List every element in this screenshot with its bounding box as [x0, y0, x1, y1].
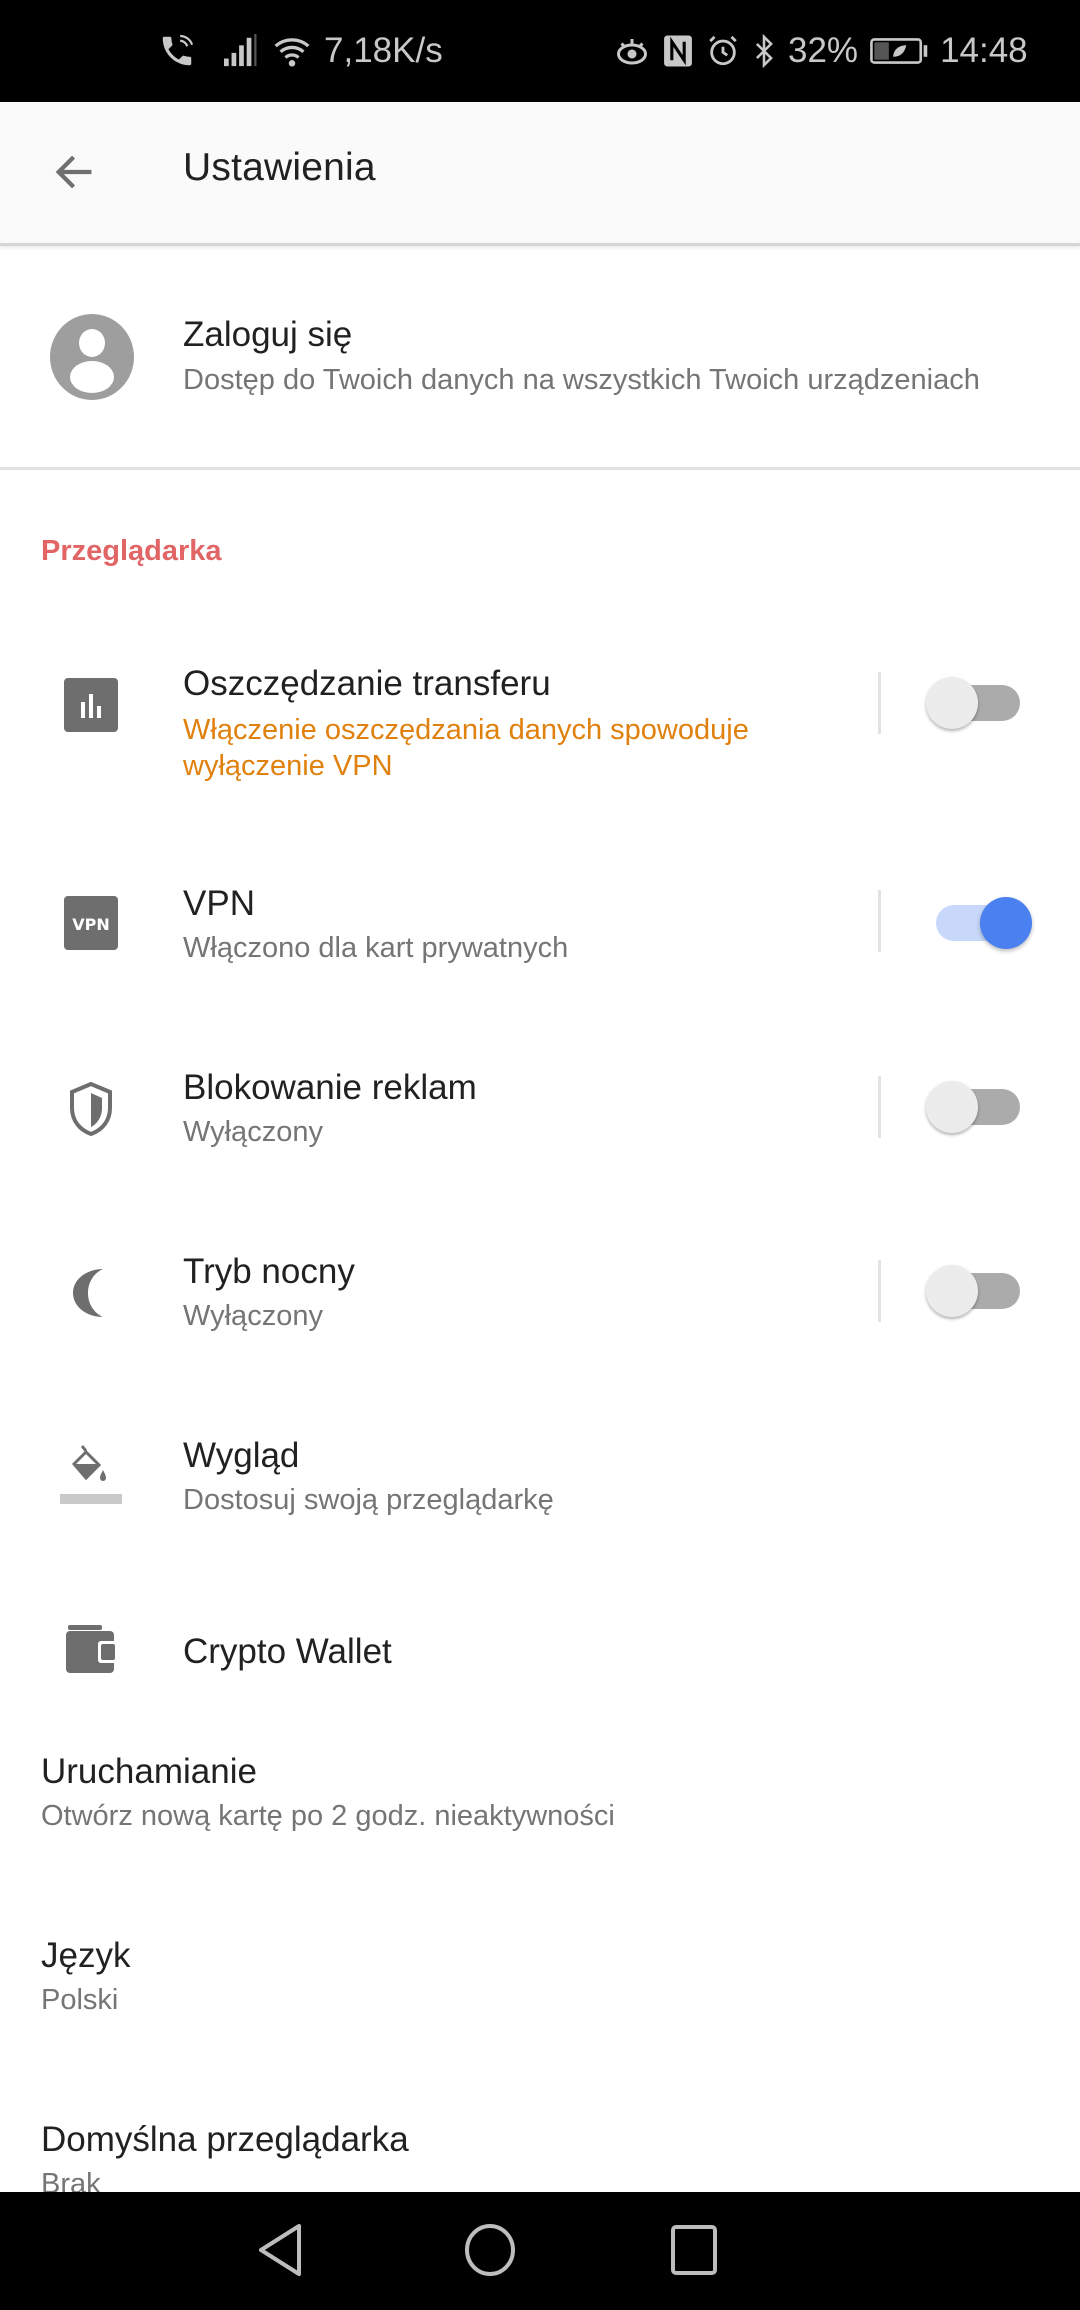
setting-subtitle: Brak [41, 2168, 101, 2192]
vpn-icon-label: VPN [72, 915, 110, 934]
paint-bucket-icon [58, 1442, 124, 1508]
setting-appearance[interactable]: Wygląd Dostosuj swoją przeglądarkę [0, 1422, 1080, 1542]
setting-subtitle: Otwórz nową kartę po 2 godz. nieaktywnoś… [41, 1800, 615, 1832]
ad-blocking-toggle[interactable] [922, 1072, 1034, 1142]
bluetooth-icon [752, 34, 776, 68]
eye-comfort-icon [614, 33, 650, 69]
setting-title: Uruchamianie [41, 1752, 257, 1791]
sign-in-title: Zaloguj się [183, 315, 353, 354]
setting-default-browser[interactable]: Domyślna przeglądarka Brak [0, 2120, 1080, 2192]
data-savings-toggle[interactable] [922, 668, 1034, 738]
nav-home-button[interactable] [450, 2212, 530, 2292]
setting-language[interactable]: Język Polski [0, 1936, 1080, 2056]
setting-subtitle: Polski [41, 1984, 119, 2016]
nav-recents-icon [669, 2223, 719, 2282]
separator [878, 672, 881, 734]
moon-icon [58, 1260, 124, 1326]
setting-startup[interactable]: Uruchamianie Otwórz nową kartę po 2 godz… [0, 1752, 1080, 1872]
setting-data-savings[interactable]: Oszczędzanie transferu Włączenie oszczęd… [0, 640, 1080, 810]
sign-in-item[interactable]: Zaloguj się Dostęp do Twoich danych na w… [0, 249, 1080, 469]
app-bar: Ustawienia [0, 102, 1080, 246]
navigation-bar [0, 2192, 1080, 2310]
section-header-browser: Przeglądarka [41, 535, 222, 567]
nav-back-button[interactable] [240, 2212, 320, 2292]
setting-vpn[interactable]: VPN VPN Włączono dla kart prywatnych [0, 870, 1080, 990]
data-savings-icon [58, 672, 124, 738]
setting-crypto-wallet[interactable]: Crypto Wallet [0, 1600, 1080, 1700]
wifi-calling-icon [158, 32, 196, 70]
setting-title: Wygląd [183, 1436, 300, 1475]
network-speed: 7,18K/s [324, 31, 443, 70]
nav-home-icon [462, 2222, 518, 2283]
nav-recents-button[interactable] [654, 2212, 734, 2292]
divider [0, 467, 1080, 470]
setting-title: Crypto Wallet [183, 1632, 392, 1671]
vpn-toggle[interactable] [922, 888, 1034, 958]
wallet-icon [58, 1616, 124, 1682]
arrow-back-icon [51, 149, 97, 200]
clock: 14:48 [940, 31, 1028, 70]
status-bar-left: 7,18K/s [158, 0, 443, 102]
setting-title: Blokowanie reklam [183, 1068, 477, 1107]
separator [878, 1076, 881, 1138]
sign-in-subtitle: Dostęp do Twoich danych na wszystkich Tw… [183, 364, 980, 396]
separator [878, 890, 881, 952]
account-circle-icon [48, 313, 136, 401]
separator [878, 1260, 881, 1322]
setting-subtitle: Wyłączony [183, 1116, 323, 1148]
vpn-icon: VPN [58, 890, 124, 956]
alarm-icon [706, 34, 740, 68]
nfc-icon [662, 34, 694, 68]
page-title: Ustawienia [183, 146, 376, 189]
wifi-icon [272, 33, 312, 69]
setting-title: Tryb nocny [183, 1252, 355, 1291]
status-bar: 7,18K/s 32% 14:48 [0, 0, 1080, 102]
battery-saver-icon [870, 36, 928, 66]
setting-title: Oszczędzanie transferu [183, 664, 551, 703]
status-bar-right: 32% 14:48 [614, 0, 1028, 102]
back-button[interactable] [38, 138, 110, 210]
setting-ad-blocking[interactable]: Blokowanie reklam Wyłączony [0, 1054, 1080, 1174]
setting-subtitle: Wyłączony [183, 1300, 323, 1332]
battery-percent: 32% [788, 31, 859, 70]
setting-subtitle: Dostosuj swoją przeglądarkę [183, 1484, 554, 1516]
setting-title: Domyślna przeglądarka [41, 2120, 409, 2159]
setting-warning: Włączenie oszczędzania danych spowoduje … [183, 714, 749, 782]
shield-icon [58, 1076, 124, 1142]
signal-icon [222, 34, 260, 68]
setting-title: Język [41, 1936, 131, 1975]
nav-back-icon [255, 2222, 305, 2283]
setting-night-mode[interactable]: Tryb nocny Wyłączony [0, 1238, 1080, 1358]
setting-title: VPN [183, 884, 255, 923]
setting-subtitle: Włączono dla kart prywatnych [183, 932, 569, 964]
night-mode-toggle[interactable] [922, 1256, 1034, 1326]
